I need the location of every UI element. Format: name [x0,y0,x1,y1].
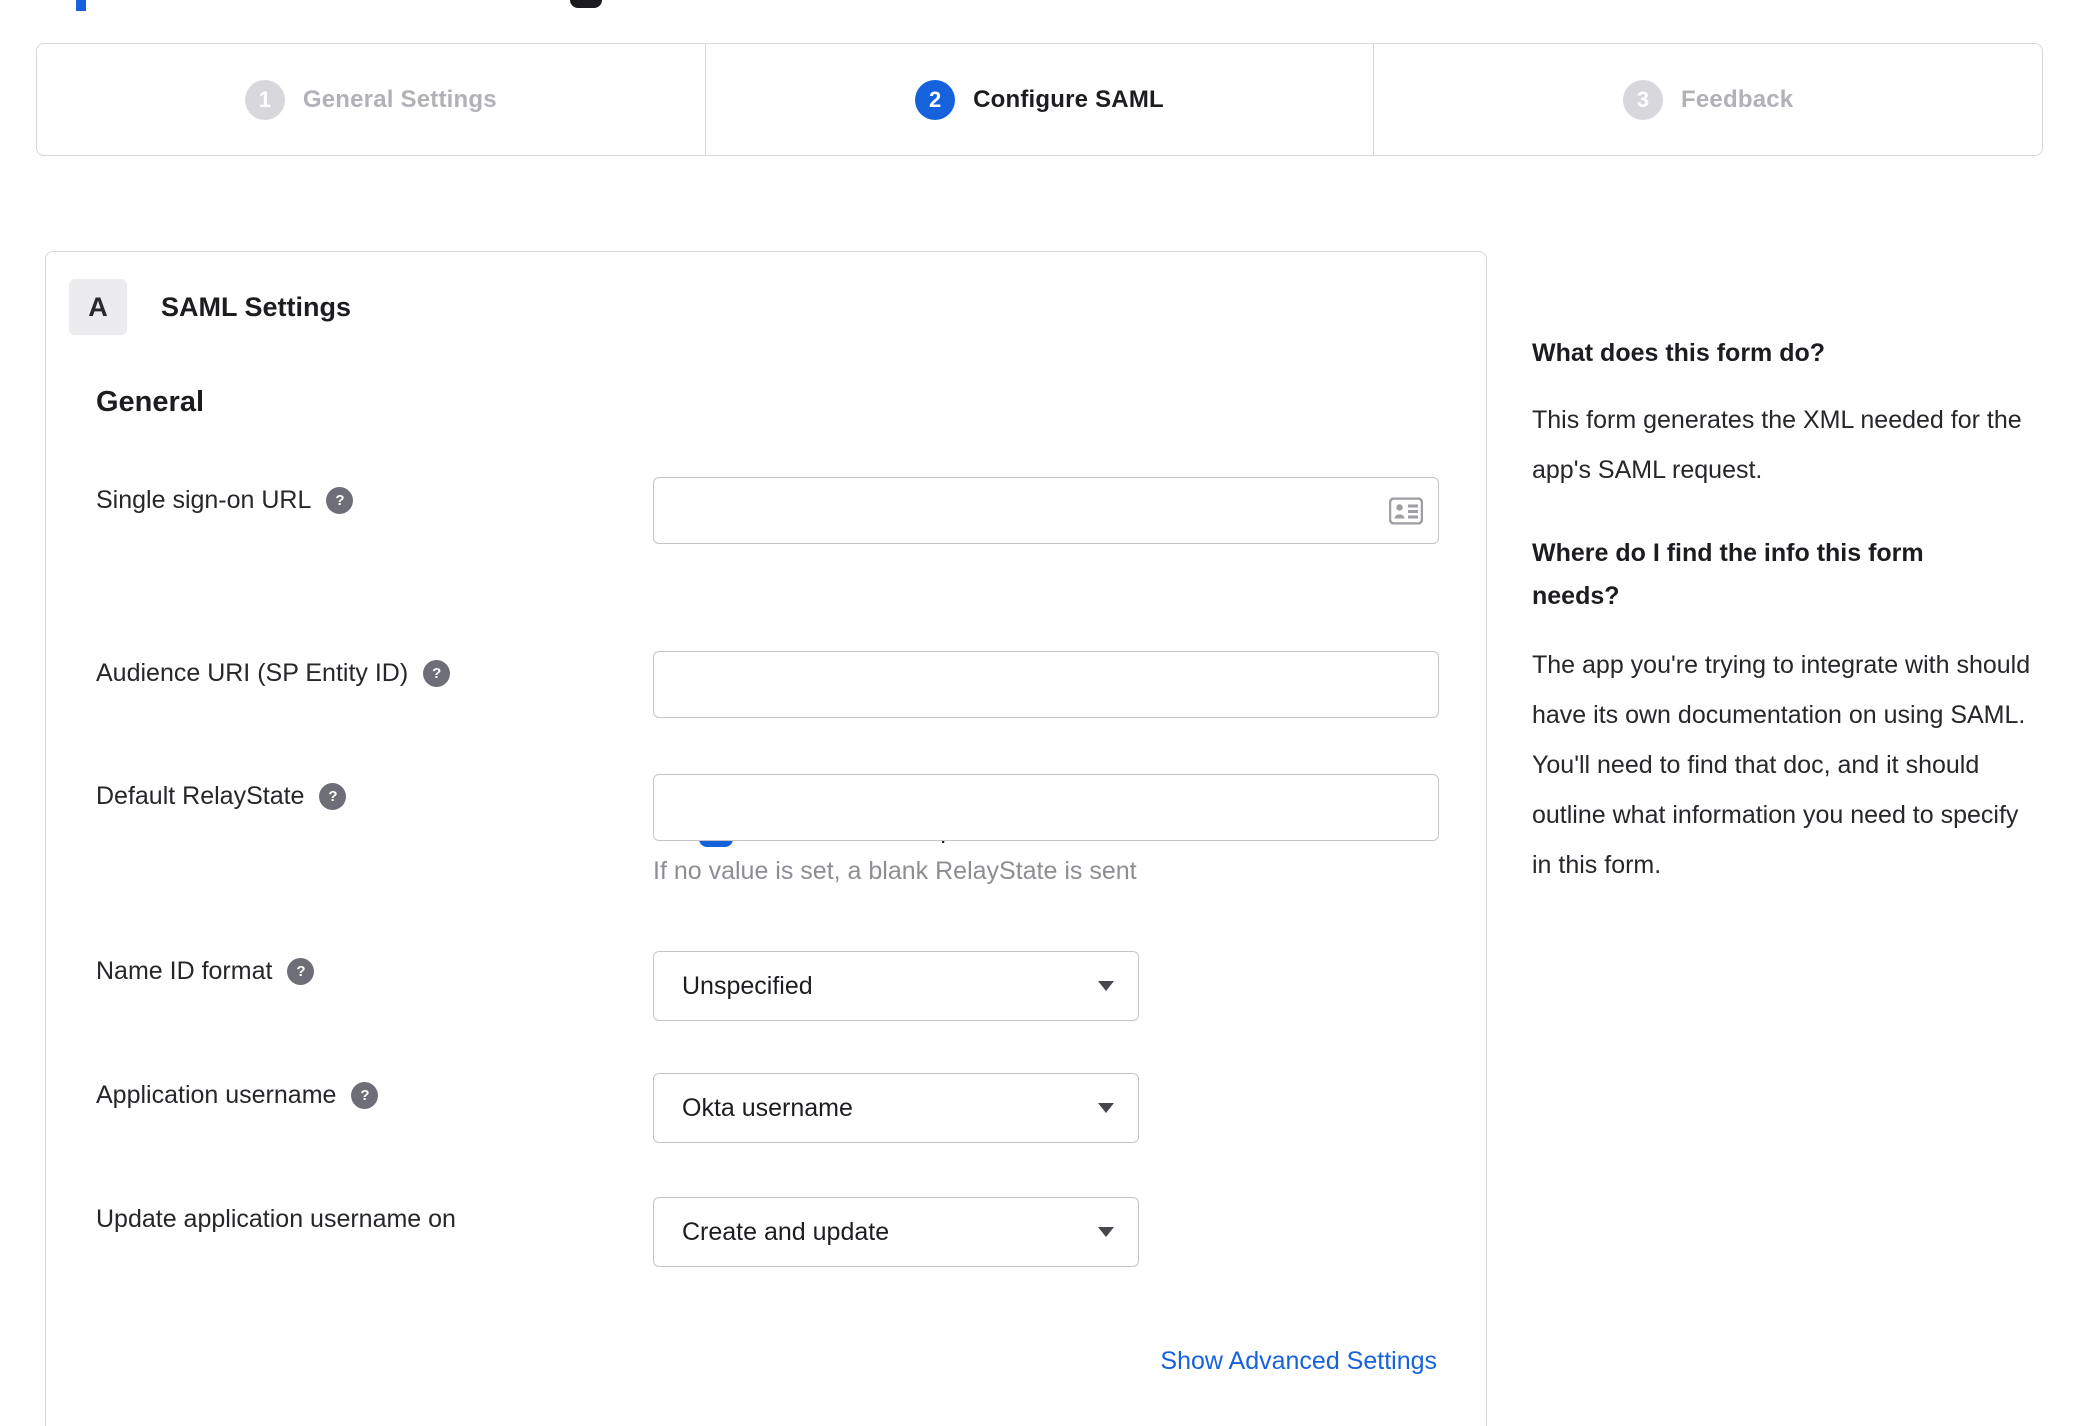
relay-state-input-wrap [653,774,1439,841]
name-id-format-value: Unspecified [682,971,813,1000]
sso-url-label: Single sign-on URL [96,486,312,514]
contact-card-icon [1389,497,1423,524]
update-username-select[interactable]: Create and update [653,1197,1139,1267]
relay-state-label-row: Default RelayState ? [96,782,347,811]
app-username-help-icon[interactable]: ? [351,1082,379,1109]
relay-state-helper-text: If no value is set, a blank RelayState i… [653,857,1137,885]
audience-uri-input[interactable] [653,651,1439,718]
step-configure-saml[interactable]: 2 Configure SAML [704,44,1374,155]
wizard-stepper: 1 General Settings 2 Configure SAML 3 Fe… [36,43,2043,156]
update-username-value: Create and update [682,1217,890,1246]
step-3-label: Feedback [1681,85,1794,113]
update-username-label: Update application username on [96,1205,456,1233]
caret-down-icon [1098,1103,1114,1113]
relay-state-input[interactable] [653,774,1439,841]
step-general-settings[interactable]: 1 General Settings [37,44,705,155]
section-title: SAML Settings [161,292,352,322]
audience-uri-label-row: Audience URI (SP Entity ID) ? [96,659,451,688]
name-id-format-select[interactable]: Unspecified [653,951,1139,1021]
sso-url-input-wrap [653,477,1439,544]
sso-help-icon[interactable]: ? [326,487,354,514]
app-username-value: Okta username [682,1093,853,1122]
step-feedback[interactable]: 3 Feedback [1373,44,2042,155]
general-heading: General [96,386,204,418]
cropped-logo-fragment-blue [76,0,86,11]
section-a-badge: A [69,279,127,335]
show-advanced-settings-link[interactable]: Show Advanced Settings [1160,1347,1437,1376]
app-username-label-row: Application username ? [96,1081,379,1110]
help-body-where: The app you're trying to integrate with … [1532,651,2031,879]
audience-uri-input-wrap [653,651,1439,718]
app-username-select[interactable]: Okta username [653,1073,1139,1143]
app-username-label: Application username [96,1081,337,1109]
step-2-label: Configure SAML [973,85,1164,113]
help-heading-what: What does this form do? [1532,339,1826,367]
name-id-help-icon[interactable]: ? [287,958,315,985]
relay-help-icon[interactable]: ? [319,783,347,810]
step-1-label: General Settings [302,85,497,113]
name-id-format-label-row: Name ID format ? [96,957,315,986]
help-body-what: This form generates the XML needed for t… [1532,406,2022,484]
relay-state-label: Default RelayState [96,782,305,810]
step-2-badge: 2 [915,79,956,120]
sso-url-label-row: Single sign-on URL ? [96,486,354,515]
saml-settings-panel: A SAML Settings General Single sign-on U… [45,251,1487,1426]
caret-down-icon [1098,981,1114,991]
help-heading-where: Where do I find the info this form needs… [1532,539,1924,610]
audience-help-icon[interactable]: ? [423,660,451,687]
cropped-app-icon-fragment [570,0,602,8]
caret-down-icon [1098,1227,1114,1237]
step-3-badge: 3 [1623,79,1664,120]
name-id-format-label: Name ID format [96,957,273,985]
step-1-badge: 1 [244,79,285,120]
audience-uri-label: Audience URI (SP Entity ID) [96,659,409,687]
sso-url-input[interactable] [653,477,1439,544]
update-username-label-row: Update application username on [96,1205,456,1234]
